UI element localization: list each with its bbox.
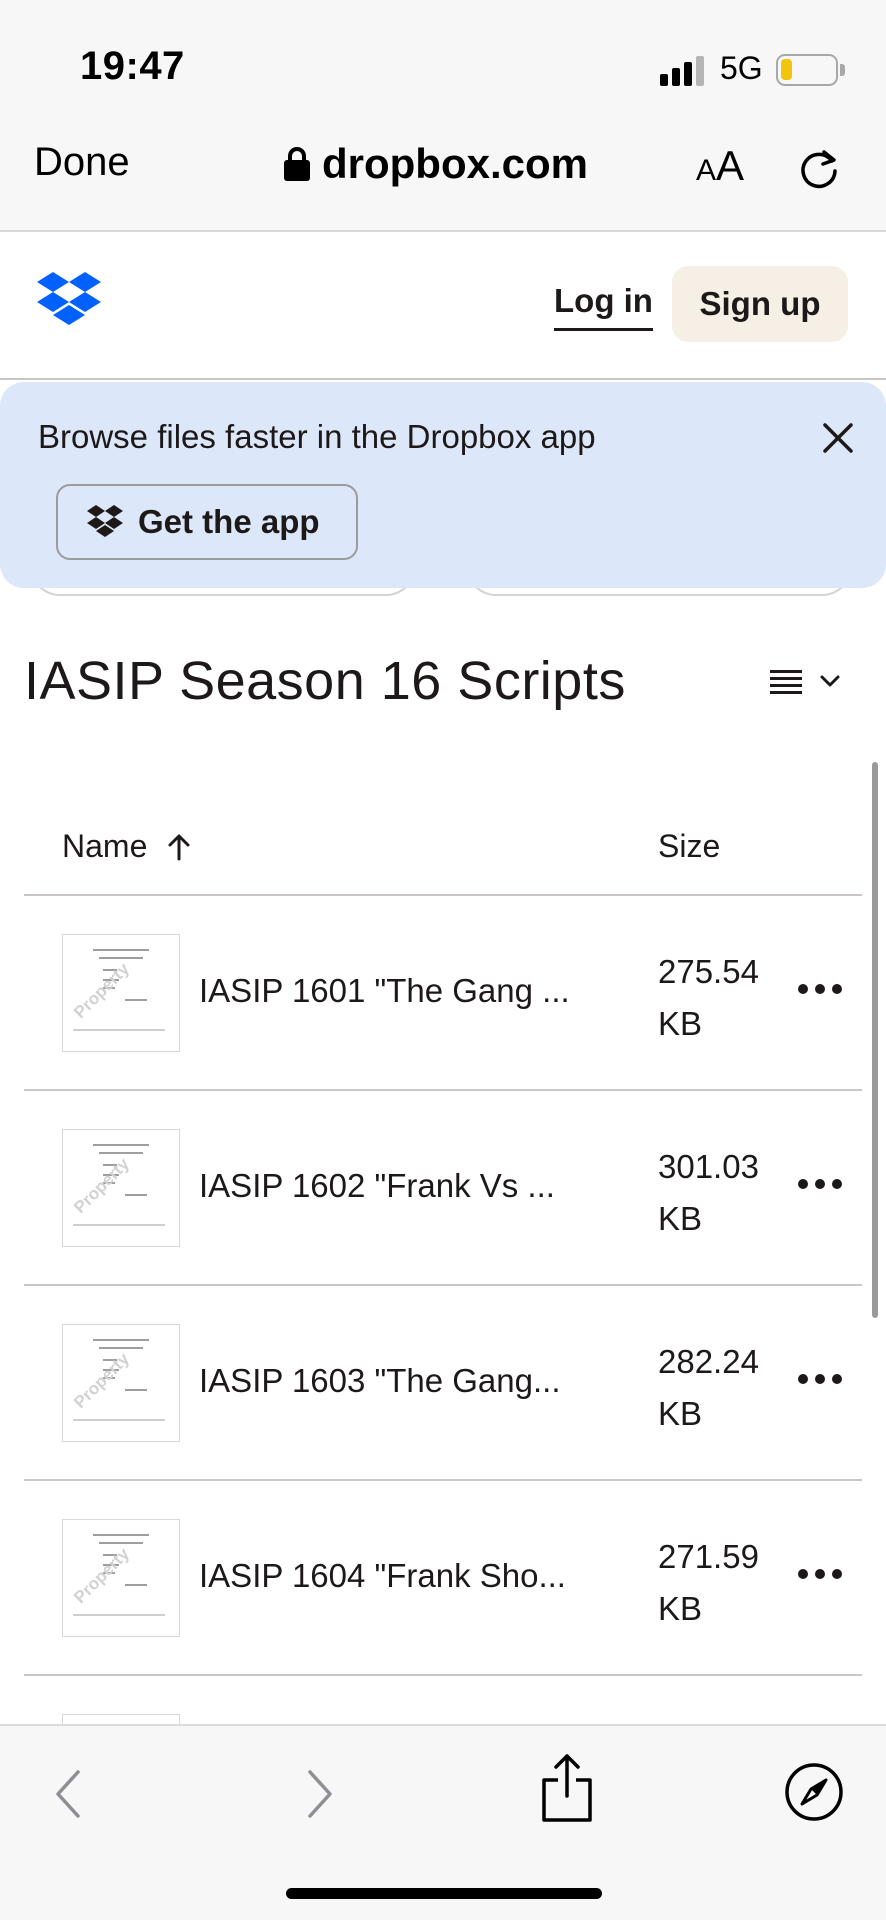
app-promo-banner: Browse files faster in the Dropbox app G… (0, 382, 886, 588)
sign-up-button[interactable]: Sign up (672, 266, 848, 342)
file-size: 282.24 KB (658, 1343, 759, 1432)
arrow-up-icon (168, 834, 190, 860)
list-header: Name Size (24, 800, 862, 896)
compass-icon[interactable] (784, 1762, 844, 1822)
name-column-header[interactable]: Name (62, 828, 191, 865)
file-size: 275.54 KB (658, 953, 759, 1042)
share-icon[interactable] (538, 1752, 596, 1824)
file-row[interactable]: Property IASIP 1602 "Frank Vs ... 301.03… (24, 1091, 862, 1286)
file-name[interactable]: IASIP 1601 "The Gang ... (199, 972, 570, 1010)
file-thumbnail[interactable]: Property (62, 1519, 180, 1637)
file-row[interactable]: Property IASIP 1603 "The Gang... 282.24 … (24, 1286, 862, 1481)
dropbox-logo[interactable] (36, 272, 102, 328)
banner-text: Browse files faster in the Dropbox app (38, 418, 596, 455)
file-thumbnail[interactable]: Property (62, 1129, 180, 1247)
done-button[interactable]: Done (34, 140, 130, 185)
battery-tip (840, 64, 845, 76)
chevron-down-icon (820, 675, 840, 687)
battery-icon (776, 54, 838, 86)
dropbox-icon (87, 505, 123, 537)
more-options-icon[interactable] (798, 1569, 842, 1583)
folder-title: IASIP Season 16 Scripts (24, 651, 626, 711)
file-list: Property IASIP 1601 "The Gang ... 275.54… (24, 896, 862, 1676)
file-row[interactable]: Property IASIP 1604 "Frank Sho... 271.59… (24, 1481, 862, 1676)
text-size-button[interactable]: AA (696, 142, 744, 190)
back-icon[interactable] (48, 1766, 88, 1822)
close-icon[interactable] (820, 420, 856, 456)
url-text: dropbox.com (322, 140, 589, 187)
thumbnail-watermark: Property (70, 1544, 134, 1608)
file-thumbnail[interactable]: Property (62, 934, 180, 1052)
thumbnail-watermark: Property (70, 1349, 134, 1413)
network-type: 5G (720, 50, 763, 86)
file-row[interactable]: Property IASIP 1601 "The Gang ... 275.54… (24, 896, 862, 1091)
status-time: 19:47 (80, 44, 185, 88)
get-the-app-label: Get the app (138, 503, 320, 540)
thumbnail-watermark: Property (70, 959, 134, 1023)
file-name[interactable]: IASIP 1604 "Frank Sho... (199, 1557, 566, 1595)
forward-icon[interactable] (300, 1766, 340, 1822)
scrollbar[interactable] (872, 762, 878, 1318)
list-view-icon (770, 670, 802, 694)
more-options-icon[interactable] (798, 1374, 842, 1388)
file-name[interactable]: IASIP 1603 "The Gang... (199, 1362, 561, 1400)
size-column-header[interactable]: Size (658, 828, 720, 865)
file-thumbnail[interactable]: Property (62, 1324, 180, 1442)
file-size: 271.59 KB (658, 1538, 759, 1627)
status-bar: 19:47 5G (0, 0, 886, 120)
reload-icon[interactable] (794, 144, 844, 194)
site-header: Log in Sign up (0, 232, 886, 380)
signal-strength-icon (660, 56, 708, 86)
more-options-icon[interactable] (798, 1179, 842, 1193)
get-the-app-button[interactable]: Get the app (56, 484, 358, 560)
url-field[interactable]: dropbox.com (284, 140, 588, 188)
thumbnail-watermark: Property (70, 1154, 134, 1218)
file-size: 301.03 KB (658, 1148, 759, 1237)
view-options-dropdown[interactable] (770, 664, 850, 704)
log-in-link[interactable]: Log in (554, 282, 653, 331)
file-name[interactable]: IASIP 1602 "Frank Vs ... (199, 1167, 555, 1205)
home-indicator[interactable] (286, 1888, 602, 1899)
more-options-icon[interactable] (798, 984, 842, 998)
browser-address-bar: Done dropbox.com AA (0, 120, 886, 232)
lock-icon (284, 147, 310, 181)
battery-level (781, 59, 792, 80)
